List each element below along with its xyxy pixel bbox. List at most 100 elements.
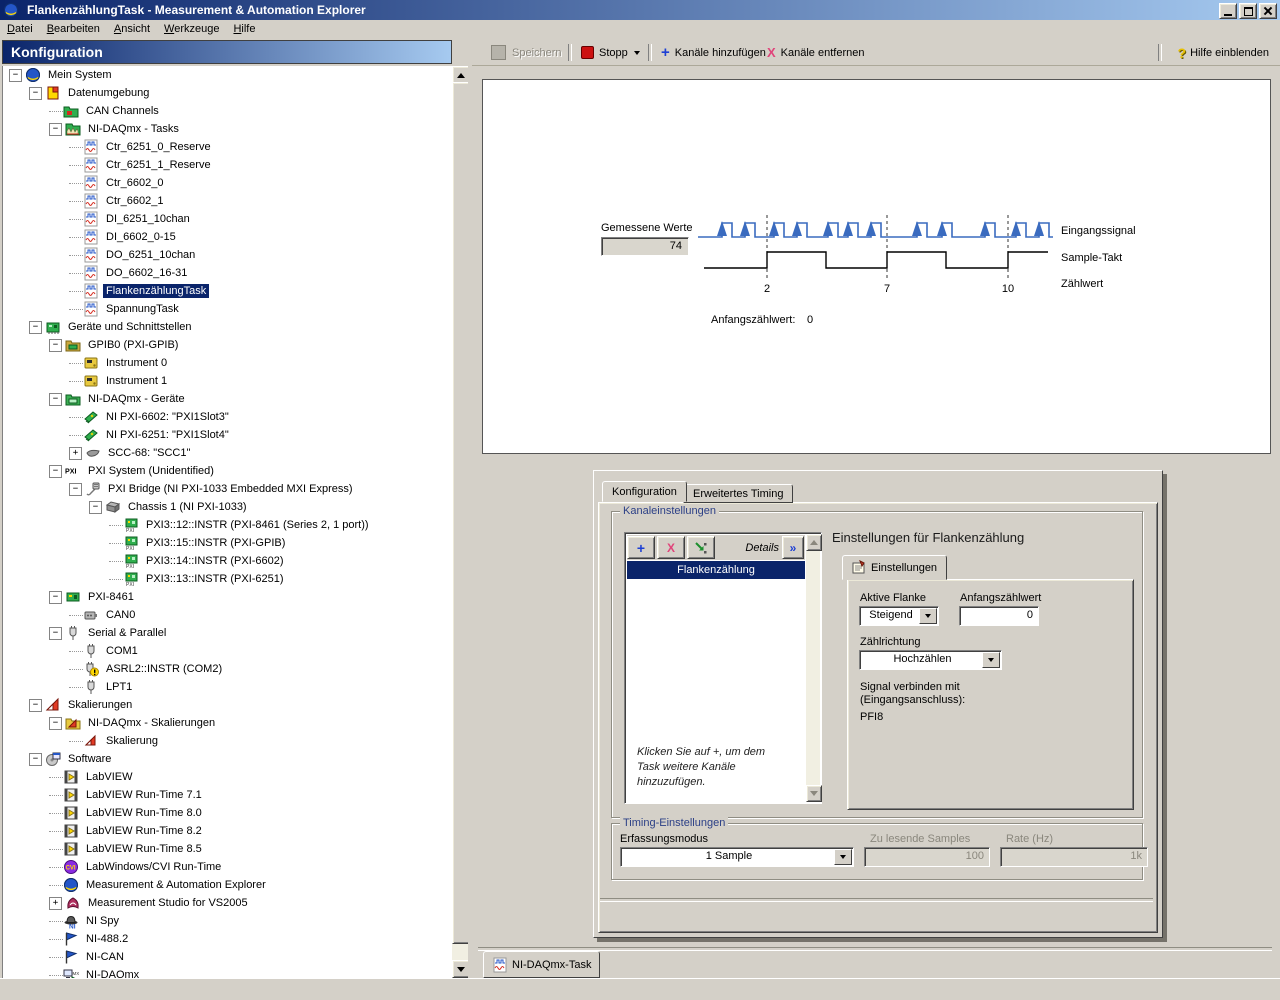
tree-item-label[interactable]: FlankenzählungTask (103, 284, 210, 298)
tree-item[interactable]: − Mein System (3, 66, 452, 84)
collapse-icon[interactable]: − (29, 86, 42, 100)
tree-item-label[interactable]: PXI3::15::INSTR (PXI-GPIB) (143, 536, 288, 550)
tree-item-label[interactable]: DI_6602_0-15 (103, 230, 179, 244)
tree-item-label[interactable]: Serial & Parallel (85, 626, 169, 640)
tree-item[interactable]: + Measurement Studio for VS2005 (3, 894, 452, 912)
collapse-icon[interactable]: − (29, 698, 42, 712)
stop-button[interactable]: Stopp (576, 42, 633, 63)
collapse-icon[interactable]: − (49, 716, 62, 730)
tree-item-label[interactable]: Instrument 0 (103, 356, 170, 370)
tree-item[interactable]: LabVIEW Run-Time 7.1 (3, 786, 452, 804)
tab-konfiguration[interactable]: Konfiguration (602, 481, 687, 502)
tree-item[interactable]: CAN0 (3, 606, 452, 624)
tree-item-label[interactable]: NI-DAQmx - Skalierungen (85, 716, 218, 730)
expand-icon[interactable]: + (69, 446, 82, 460)
tree-item-label[interactable]: LabVIEW Run-Time 8.0 (83, 806, 205, 820)
tree-item[interactable]: − Datenumgebung (3, 84, 452, 102)
tree-item-label[interactable]: Geräte und Schnittstellen (65, 320, 195, 334)
tree-item-label[interactable]: Measurement & Automation Explorer (83, 878, 269, 892)
tree-item[interactable]: − GPIB0 (PXI-GPIB) (3, 336, 452, 354)
tree-item-label[interactable]: Instrument 1 (103, 374, 170, 388)
tree-item[interactable]: MX NI-DAQmx (3, 966, 452, 978)
tree-item-label[interactable]: Skalierung (103, 734, 161, 748)
tree-item-label[interactable]: NI-DAQmx - Geräte (85, 392, 188, 406)
tree-item-label[interactable]: DI_6251_10chan (103, 212, 193, 226)
tree-item[interactable]: − PXI-8461 (3, 588, 452, 606)
tree-item-label[interactable]: NI Spy (83, 914, 122, 928)
tree-item-label[interactable]: DO_6602_16-31 (103, 266, 190, 280)
collapse-icon[interactable]: − (29, 752, 42, 766)
tree-item[interactable]: PXI PXI3::12::INSTR (PXI-8461 (Series 2, … (3, 516, 452, 534)
tree-item-label[interactable]: PXI Bridge (NI PXI-1033 Embedded MXI Exp… (105, 482, 356, 496)
add-channel-button[interactable]: + (627, 536, 655, 559)
tree-item-label[interactable]: Chassis 1 (NI PXI-1033) (125, 500, 250, 514)
tree-item-label[interactable]: PXI System (Unidentified) (85, 464, 217, 478)
save-button[interactable]: Speichern (486, 42, 567, 63)
tree-scrollbar[interactable] (452, 66, 470, 978)
tree-item[interactable]: Ctr_6602_1 (3, 192, 452, 210)
tree-item-label[interactable]: NI-488.2 (83, 932, 131, 946)
tab-einstellungen[interactable]: Einstellungen (842, 555, 948, 580)
acquisition-mode-combo[interactable]: 1 Sample (620, 847, 854, 867)
tree-item-label[interactable]: Datenumgebung (65, 86, 152, 100)
tree-item-label[interactable]: CAN Channels (83, 104, 162, 118)
menu-item-werkzeuge[interactable]: Werkzeuge (157, 21, 226, 37)
tree-item-label[interactable]: Ctr_6602_0 (103, 176, 167, 190)
expand-icon[interactable]: + (49, 896, 62, 910)
tree-item[interactable]: NI NI Spy (3, 912, 452, 930)
tree-item[interactable]: PXI PXI3::15::INSTR (PXI-GPIB) (3, 534, 452, 552)
collapse-icon[interactable]: − (49, 122, 62, 136)
tree-item-label[interactable]: Ctr_6602_1 (103, 194, 167, 208)
tree-item-label[interactable]: DO_6251_10chan (103, 248, 198, 262)
count-direction-combo[interactable]: Hochzählen (859, 650, 1002, 670)
tree-item[interactable]: Instrument 1 (3, 372, 452, 390)
details-button[interactable]: » (782, 536, 804, 559)
tree-item[interactable]: NI PXI-6602: "PXI1Slot3" (3, 408, 452, 426)
tree-item[interactable]: − NI-DAQmx - Skalierungen (3, 714, 452, 732)
combo-drop-button[interactable] (982, 652, 1000, 668)
tree-item[interactable]: + SCC-68: "SCC1" (3, 444, 452, 462)
tree-item-label[interactable]: COM1 (103, 644, 141, 658)
tree-item-label[interactable]: PXI-8461 (85, 590, 137, 604)
channel-list-item-selected[interactable]: Flankenzählung (627, 561, 805, 579)
tree-item-label[interactable]: Software (65, 752, 114, 766)
tree-item[interactable]: − PXI Bridge (NI PXI-1033 Embedded MXI Ex… (3, 480, 452, 498)
tree-item-label[interactable]: NI PXI-6602: "PXI1Slot3" (103, 410, 232, 424)
tree-item-label[interactable]: Ctr_6251_1_Reserve (103, 158, 214, 172)
tree-item[interactable]: FlankenzählungTask (3, 282, 452, 300)
tree-item[interactable]: Instrument 0 (3, 354, 452, 372)
remove-channel-button[interactable]: X (657, 536, 685, 559)
tree-item-label[interactable]: LabVIEW Run-Time 8.5 (83, 842, 205, 856)
tree-item[interactable]: Measurement & Automation Explorer (3, 876, 452, 894)
tab-erweitertes-timing[interactable]: Erweitertes Timing (683, 484, 794, 503)
tree-item-label[interactable]: NI-CAN (83, 950, 127, 964)
collapse-icon[interactable]: − (49, 464, 62, 478)
tree-item-label[interactable]: LabVIEW (83, 770, 135, 784)
menu-item-bearbeiten[interactable]: Bearbeiten (40, 21, 107, 37)
tree-item[interactable]: DO_6602_16-31 (3, 264, 452, 282)
tree-item[interactable]: Ctr_6251_1_Reserve (3, 156, 452, 174)
tree-item-label[interactable]: LabWindows/CVI Run-Time (83, 860, 224, 874)
collapse-icon[interactable]: − (89, 500, 102, 514)
tree-item[interactable]: Ctr_6602_0 (3, 174, 452, 192)
tree-item-label[interactable]: CAN0 (103, 608, 138, 622)
tree-item[interactable]: − Software (3, 750, 452, 768)
tree-item-label[interactable]: Skalierungen (65, 698, 135, 712)
tree-item[interactable]: LabVIEW Run-Time 8.5 (3, 840, 452, 858)
tree-item-label[interactable]: PXI3::14::INSTR (PXI-6602) (143, 554, 287, 568)
tree-item[interactable]: CVI LabWindows/CVI Run-Time (3, 858, 452, 876)
tree-item[interactable]: NI-488.2 (3, 930, 452, 948)
tree-item[interactable]: Skalierung (3, 732, 452, 750)
tree-item[interactable]: LabVIEW Run-Time 8.2 (3, 822, 452, 840)
combo-drop-button[interactable] (919, 608, 937, 624)
tree-item[interactable]: ASRL2::INSTR (COM2) (3, 660, 452, 678)
tree-item-label[interactable]: LPT1 (103, 680, 135, 694)
tree-item-label[interactable]: NI PXI-6251: "PXI1Slot4" (103, 428, 232, 442)
tree-item-label[interactable]: PXI3::13::INSTR (PXI-6251) (143, 572, 287, 586)
menu-item-hilfe[interactable]: Hilfe (226, 21, 262, 37)
collapse-icon[interactable]: − (49, 590, 62, 604)
tree-item[interactable]: − Skalierungen (3, 696, 452, 714)
tree-item-label[interactable]: NI-DAQmx - Tasks (85, 122, 182, 136)
close-button[interactable] (1259, 3, 1277, 19)
tree-item[interactable]: LabVIEW Run-Time 8.0 (3, 804, 452, 822)
